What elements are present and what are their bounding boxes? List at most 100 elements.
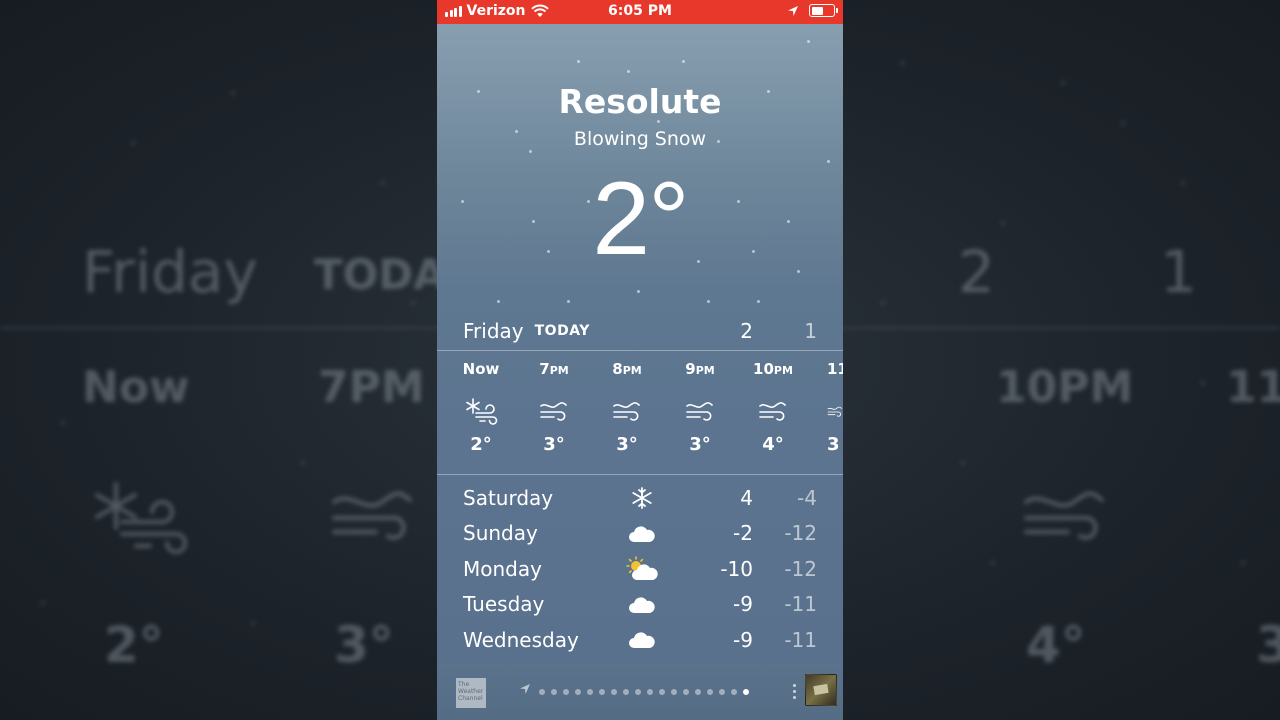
wind-icon — [686, 402, 713, 421]
page-dot[interactable] — [647, 689, 653, 695]
background-temp-10: 4° — [1026, 616, 1086, 674]
hourly-bottom-divider — [437, 474, 843, 475]
status-bar: Verizon 6:05 PM — [437, 0, 843, 24]
hour-label: 10PM — [753, 360, 793, 378]
page-dot[interactable] — [551, 689, 557, 695]
page-dot[interactable] — [539, 689, 545, 695]
page-dot[interactable] — [671, 689, 677, 695]
snowflake-icon — [632, 487, 652, 509]
daily-low: -12 — [784, 556, 817, 581]
page-dot[interactable] — [599, 689, 605, 695]
daily-high: -2 — [733, 521, 753, 546]
background-snow-wind-icon — [95, 482, 187, 554]
page-dot[interactable] — [695, 689, 701, 695]
background-10pm-label: 10PM — [996, 362, 1134, 413]
hour-label: 8PM — [612, 360, 642, 378]
daily-high: 4 — [740, 485, 753, 510]
hour-temperature: 3° — [689, 434, 711, 455]
page-dot[interactable] — [743, 689, 749, 695]
page-dot[interactable] — [659, 689, 665, 695]
page-dot[interactable] — [611, 689, 617, 695]
hourly-item: Now 2° — [451, 352, 511, 455]
daily-day-name: Tuesday — [463, 592, 545, 617]
hour-label: Now — [462, 360, 500, 378]
daily-day-name: Sunday — [463, 521, 538, 546]
page-dot[interactable] — [563, 689, 569, 695]
background-high: 2 — [958, 238, 995, 306]
today-low: 1 — [804, 319, 817, 343]
background-7pm-label: 7PM — [318, 362, 425, 413]
current-location-icon[interactable] — [519, 683, 531, 695]
wind-icon — [759, 402, 786, 421]
daily-low: -11 — [784, 627, 817, 652]
phone-screen: Verizon 6:05 PM Resolute Blowing Snow 2°… — [437, 0, 843, 720]
page-dot[interactable] — [635, 689, 641, 695]
hour-label: 7PM — [539, 360, 569, 378]
hourly-item: 10PM 4° — [743, 352, 803, 455]
hour-temperature: 3° — [543, 434, 565, 455]
background-wind-icon — [1024, 491, 1104, 540]
battery-icon — [809, 4, 838, 17]
background-low: 1 — [1160, 238, 1197, 306]
current-temperature: 2° — [592, 161, 689, 277]
wind-icon — [540, 402, 567, 421]
city-name: Resolute — [558, 82, 722, 121]
page-dot[interactable] — [707, 689, 713, 695]
daily-low: -12 — [784, 521, 817, 546]
weather-condition: Blowing Snow — [573, 128, 707, 150]
today-tag: TODAY — [534, 323, 590, 339]
hourly-forecast-strip[interactable]: Now 2° 7PM 3° 8PM 3° 9PM 3° 10PM 4° 11 3 — [437, 352, 843, 472]
background-temp-now: 2° — [104, 616, 164, 674]
hourly-top-divider — [437, 350, 843, 351]
page-dot[interactable] — [575, 689, 581, 695]
daily-high: -9 — [733, 592, 753, 617]
daily-low: -11 — [784, 592, 817, 617]
page-dot[interactable] — [623, 689, 629, 695]
snow-wind-icon — [466, 398, 498, 425]
daily-row: Wednesday -9 -11 — [463, 622, 817, 658]
daily-row: Sunday -2 -12 — [463, 516, 817, 552]
cloud-icon — [629, 596, 655, 613]
daily-forecast-list[interactable]: Saturday 4 -4 Sunday -2 -12 Monday -10 -… — [463, 480, 817, 658]
daily-row: Tuesday -9 -11 — [463, 587, 817, 623]
background-temp-edge: 3 — [1256, 616, 1280, 674]
hour-label: 9PM — [685, 360, 715, 378]
location-services-icon — [788, 5, 798, 16]
daily-day-name: Saturday — [463, 485, 554, 510]
today-summary-row: Friday TODAY 2 1 — [463, 318, 817, 344]
daily-low: -4 — [797, 485, 817, 510]
hour-temperature: 2° — [470, 434, 492, 455]
background-temp-7: 3° — [334, 616, 394, 674]
daily-high: -9 — [733, 627, 753, 652]
hourly-item: 11 3 — [811, 352, 843, 455]
background-today-label: TODA — [314, 250, 446, 299]
partly-cloudy-icon — [626, 556, 658, 580]
hour-temperature: 3° — [616, 434, 638, 455]
page-indicator[interactable] — [539, 689, 749, 695]
today-high: 2 — [740, 319, 753, 343]
hour-label: 11 — [827, 360, 843, 378]
hour-temperature: 3 — [827, 434, 840, 455]
daily-day-name: Wednesday — [463, 627, 579, 652]
hourly-item: 8PM 3° — [597, 352, 657, 455]
cloud-icon — [629, 525, 655, 542]
cloud-icon — [629, 632, 655, 648]
weather-channel-logo[interactable]: The Weather Channel — [456, 678, 486, 708]
city-thumbnail[interactable] — [805, 674, 837, 706]
footer-toolbar: The Weather Channel — [437, 664, 843, 720]
daily-row: Monday -10 -12 — [463, 551, 817, 587]
background-now-label: Now — [82, 362, 190, 413]
daily-day-name: Monday — [463, 556, 542, 581]
wind-icon — [827, 406, 842, 417]
background-wind-icon — [332, 491, 412, 540]
today-day-label: Friday — [463, 319, 524, 343]
page-dot[interactable] — [683, 689, 689, 695]
page-dot[interactable] — [587, 689, 593, 695]
daily-row: Saturday 4 -4 — [463, 480, 817, 516]
hourly-item: 7PM 3° — [524, 352, 584, 455]
hour-temperature: 4° — [762, 434, 784, 455]
daily-high: -10 — [720, 556, 753, 581]
page-dot[interactable] — [719, 689, 725, 695]
page-dot[interactable] — [731, 689, 737, 695]
status-time: 6:05 PM — [608, 3, 672, 19]
